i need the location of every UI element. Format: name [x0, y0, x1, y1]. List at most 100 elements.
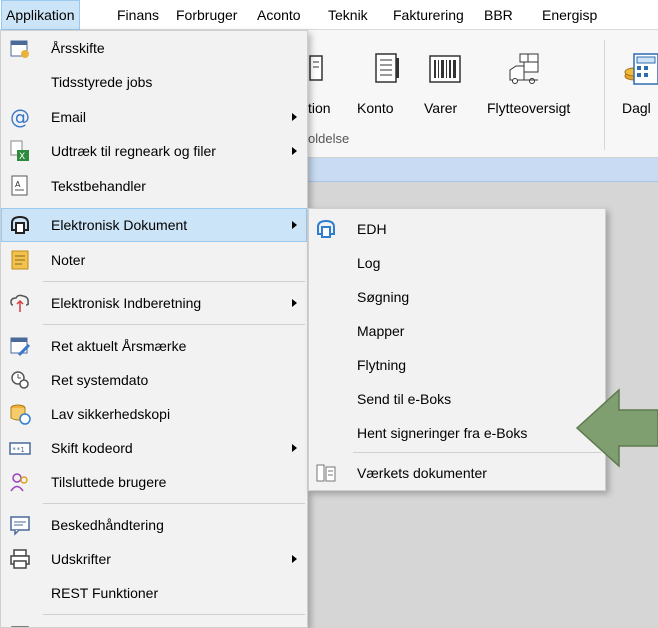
submenu-item-label: Log — [357, 255, 381, 271]
ribbon-label: Konto — [357, 100, 394, 116]
menu-item-noter[interactable]: Noter — [1, 243, 307, 277]
menu-item-label: Udskrifter — [51, 551, 111, 567]
menu-item-ret-systemdato[interactable]: Ret systemdato — [1, 363, 307, 397]
menu-item-label: Skift kodeord — [51, 440, 133, 456]
submenu-item-hent-signeringer[interactable]: Hent signeringer fra e-Boks — [309, 416, 605, 450]
submenu-item-soegning[interactable]: Søgning — [309, 280, 605, 314]
password-icon: **1 — [9, 442, 31, 455]
menu-separator — [43, 503, 305, 504]
menu-item-email[interactable]: @ Email — [1, 100, 307, 134]
menu-item-udtraek[interactable]: X Udtræk til regneark og filer — [1, 134, 307, 168]
list-icon — [11, 626, 29, 627]
submenu-item-label: Søgning — [357, 289, 410, 305]
menu-item-lav-sikkerhedskopi[interactable]: Lav sikkerhedskopi — [1, 397, 307, 431]
menu-item-label: Beskedhåndtering — [51, 517, 164, 533]
menu-item-label: Ret systemdato — [51, 372, 149, 388]
svg-text:**1: **1 — [12, 446, 25, 454]
svg-text:@: @ — [10, 106, 30, 128]
documents-icon — [316, 464, 336, 482]
menu-item-tilsluttede-brugere[interactable]: Tilsluttede brugere — [1, 465, 307, 499]
menu-item-label: Tidsstyrede jobs — [51, 74, 153, 90]
ribbon-button-flytteoversigt[interactable]: Flytteoversigt — [487, 100, 570, 116]
menu-item-aarsskifte[interactable]: Årsskifte — [1, 31, 307, 65]
menubar: Applikation Finans Forbruger Aconto Tekn… — [0, 0, 658, 30]
menu-item-label: Årsskifte — [51, 40, 105, 56]
menu-separator — [43, 324, 305, 325]
callout-arrow-icon — [575, 388, 658, 468]
menu-aconto[interactable]: Aconto — [253, 0, 305, 30]
menu-separator — [43, 614, 305, 615]
menu-fakturering[interactable]: Fakturering — [389, 0, 468, 30]
notes-icon — [11, 250, 29, 270]
menu-item-label: Email — [51, 109, 87, 125]
ribbon-button-varer[interactable]: Varer — [424, 100, 457, 116]
calculator-icon — [624, 53, 658, 85]
menu-item-elektronisk-indberetning[interactable]: Elektronisk Indberetning — [1, 286, 307, 320]
submenu-arrow-icon — [292, 147, 297, 155]
svg-text:X: X — [19, 152, 25, 162]
electronic-document-icon — [317, 219, 335, 238]
menu-item-skift-kodeord[interactable]: **1 Skift kodeord — [1, 431, 307, 465]
menu-item-tekstbehandler[interactable]: A Tekstbehandler — [1, 169, 307, 203]
ledger-icon — [375, 53, 399, 83]
ribbon-button-konto[interactable]: Konto — [357, 100, 394, 116]
menu-applikation[interactable]: Applikation — [1, 0, 80, 30]
spreadsheet-export-icon: X — [10, 140, 29, 162]
menu-item-tidsstyrede-jobs[interactable]: Tidsstyrede jobs — [1, 65, 307, 99]
submenu-item-log[interactable]: Log — [309, 246, 605, 280]
menu-item-ret-aarsmaerke[interactable]: Ret aktuelt Årsmærke — [1, 329, 307, 363]
submenu-item-vaerkets-dokumenter[interactable]: Værkets dokumenter — [309, 456, 605, 490]
submenu-item-label: Hent signeringer fra e-Boks — [357, 425, 528, 441]
submenu-arrow-icon — [292, 555, 297, 563]
submenu-arrow-icon — [292, 444, 297, 452]
calendar-icon — [10, 40, 29, 58]
submenu-item-flytning[interactable]: Flytning — [309, 348, 605, 382]
menu-item-label: Elektronisk Indberetning — [51, 295, 202, 311]
ribbon-button-dagl[interactable]: Dagl — [622, 100, 651, 116]
menu-finans[interactable]: Finans — [113, 0, 163, 30]
ribbon-label: Dagl — [622, 100, 651, 116]
ribbon-button-partial[interactable]: tion — [308, 100, 331, 116]
menu-label: Forbruger — [176, 7, 238, 23]
moving-truck-icon — [509, 53, 539, 84]
menu-item-label: Lav sikkerhedskopi — [51, 406, 171, 422]
menu-label: BBR — [484, 7, 513, 23]
calendar-edit-icon — [10, 337, 31, 357]
ribbon-separator — [604, 40, 605, 150]
menu-teknik[interactable]: Teknik — [324, 0, 372, 30]
menu-forbruger[interactable]: Forbruger — [172, 0, 241, 30]
submenu-item-edh[interactable]: EDH — [309, 212, 605, 246]
clock-gear-icon — [11, 371, 29, 389]
menu-label: Applikation — [6, 7, 75, 23]
ribbon-label: Varer — [424, 100, 458, 116]
menu-energisp[interactable]: Energisp — [538, 0, 601, 30]
barcode-icon — [429, 55, 461, 83]
elektronisk-dokument-submenu: EDH Log Søgning Mapper Flytning Send til… — [308, 208, 606, 491]
document-icon — [309, 55, 323, 81]
submenu-item-label: Flytning — [357, 357, 407, 373]
submenu-item-mapper[interactable]: Mapper — [309, 314, 605, 348]
menu-item-rest-funktioner[interactable]: REST Funktioner — [1, 576, 307, 610]
menu-item-udskrifter[interactable]: Udskrifter — [1, 542, 307, 576]
upload-cloud-icon — [10, 294, 29, 312]
menu-item-label: Ret aktuelt Årsmærke — [51, 338, 187, 354]
submenu-item-send-til-eboks[interactable]: Send til e-Boks — [309, 382, 605, 416]
word-document-icon: A — [11, 175, 28, 196]
menu-item-vis-hovedliste[interactable]: Vis hovedliste — [1, 618, 307, 627]
menu-item-beskedhaandtering[interactable]: Beskedhåndtering — [1, 508, 307, 542]
menu-label: Teknik — [328, 7, 368, 23]
menu-item-label: Elektronisk Dokument — [51, 217, 188, 233]
submenu-item-label: Mapper — [357, 323, 405, 339]
submenu-separator — [353, 452, 601, 453]
submenu-item-label: EDH — [357, 221, 387, 237]
ribbon-label: Flytteoversigt — [487, 100, 571, 116]
menu-item-elektronisk-dokument[interactable]: Elektronisk Dokument — [1, 208, 307, 242]
menu-label: Finans — [117, 7, 160, 23]
message-icon — [10, 516, 30, 536]
electronic-document-icon — [11, 215, 29, 234]
menu-item-label: Tekstbehandler — [51, 178, 146, 194]
menu-bbr[interactable]: BBR — [480, 0, 517, 30]
submenu-arrow-icon — [292, 221, 297, 229]
applikation-dropdown: Årsskifte Tidsstyrede jobs @ Email X Udt… — [0, 30, 308, 628]
submenu-arrow-icon — [292, 299, 297, 307]
